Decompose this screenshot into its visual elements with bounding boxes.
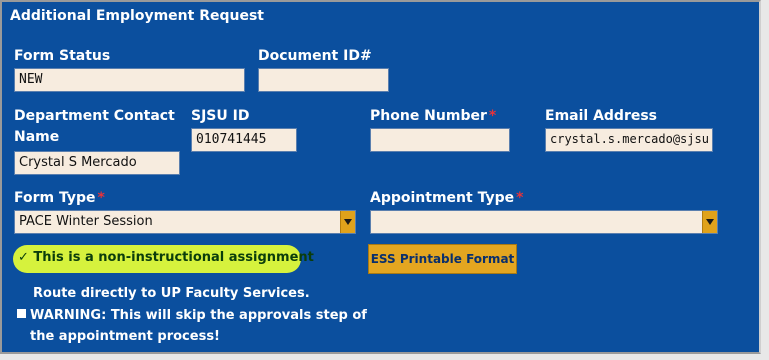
chevron-down-icon[interactable] [340,211,355,233]
chevron-down-icon[interactable] [702,211,717,233]
form-type-label: Form Type * [14,190,105,206]
appointment-type-label-text: Appointment Type [370,190,515,206]
non-instructional-checkbox[interactable]: ✓ This is a non-instructional assignment [18,250,314,265]
required-marker: * [97,190,105,206]
sjsu-id-label: SJSU ID [191,108,250,124]
department-contact-label: Department Contact [14,108,175,124]
appointment-type-select[interactable] [370,210,718,234]
form-status-field[interactable]: NEW [14,68,245,92]
warning-checkbox[interactable] [17,309,26,318]
sjsu-id-field[interactable]: 010741445 [191,128,297,152]
phone-label: Phone Number * [370,108,496,124]
required-marker: * [488,108,497,124]
form-type-label-text: Form Type [14,190,96,206]
department-contact-label-line2: Name [14,129,60,145]
ess-printable-format-button[interactable]: ESS Printable Format [368,244,517,274]
form-type-select[interactable]: PACE Winter Session [14,210,356,234]
department-contact-field[interactable]: Crystal S Mercado [14,151,180,175]
phone-label-text: Phone Number [370,108,487,124]
email-label: Email Address [545,108,658,124]
phone-field[interactable] [370,128,510,152]
email-field[interactable]: crystal.s.mercado@sjsu [545,128,713,152]
warning-text: WARNING: This will skip the approvals st… [30,305,367,347]
required-marker: * [516,190,524,206]
document-id-label: Document ID# [258,48,372,64]
form-status-label: Form Status [14,48,111,64]
employment-request-panel: Additional Employment Request Form Statu… [0,0,761,354]
warning-line2: the appointment process! [30,329,220,344]
panel-title: Additional Employment Request [10,8,264,24]
warning-line1: WARNING: This will skip the approvals st… [30,308,367,323]
appointment-type-label: Appointment Type * [370,190,523,206]
document-id-field[interactable] [258,68,389,92]
form-type-value: PACE Winter Session [19,214,153,229]
route-text: Route directly to UP Faculty Services. [33,286,310,301]
